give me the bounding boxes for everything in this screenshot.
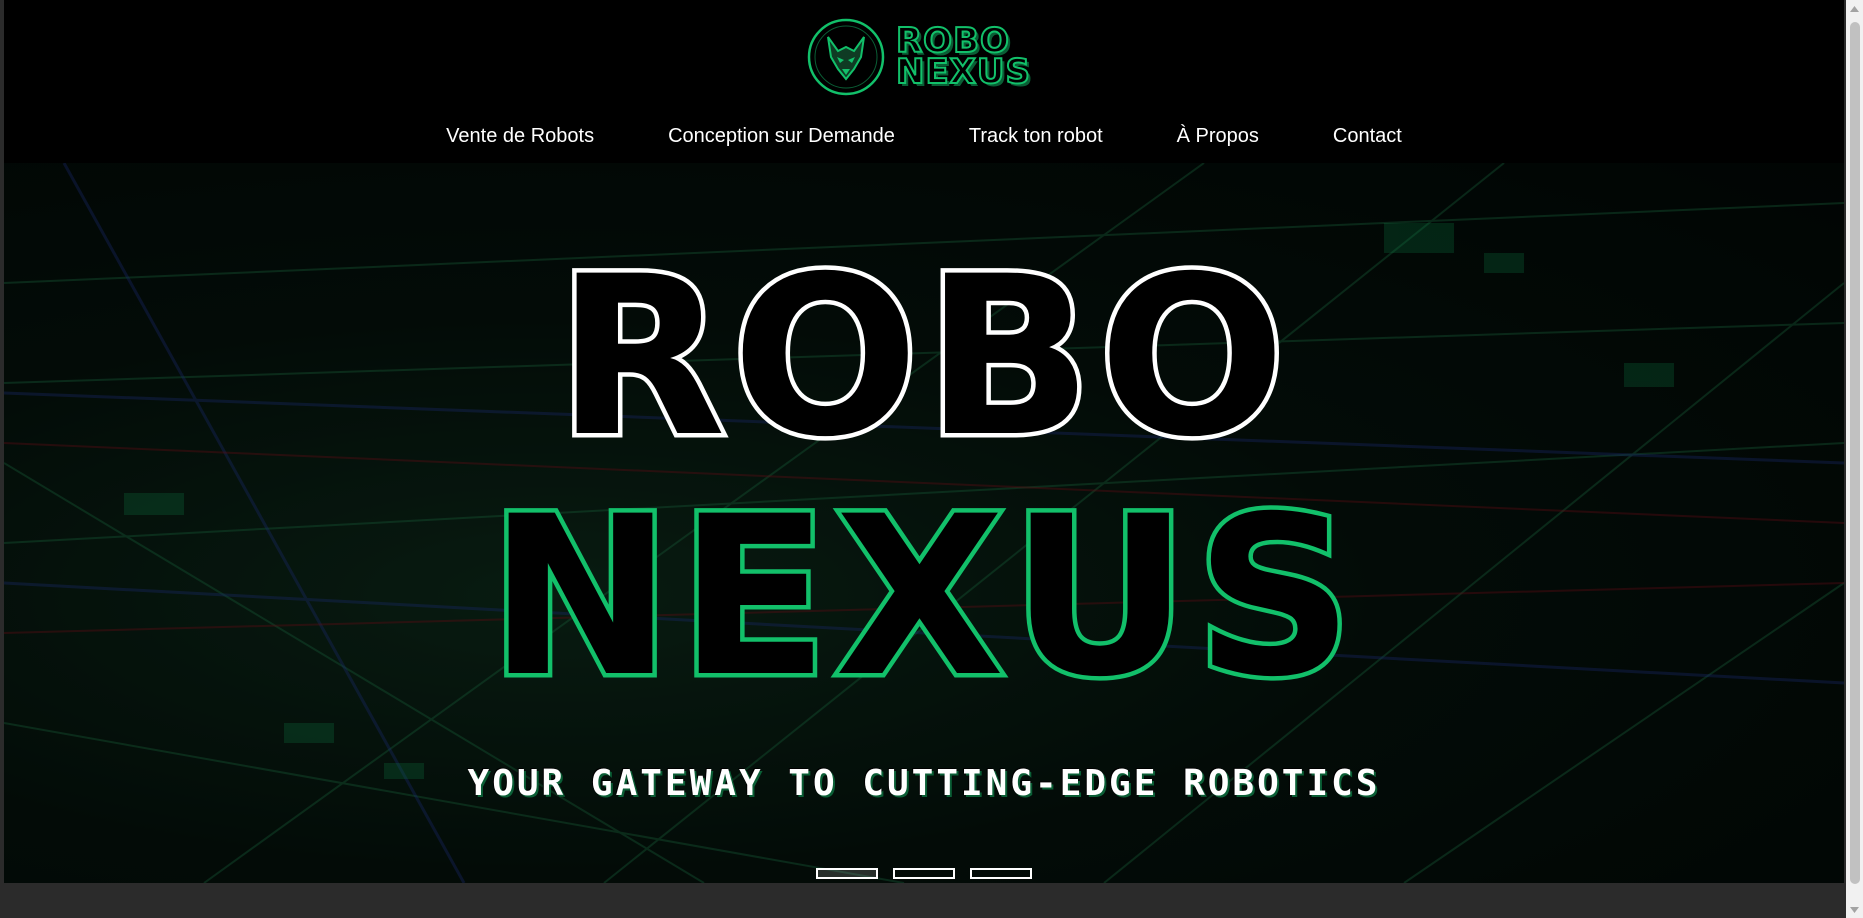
nav-link-contact[interactable]: Contact	[1296, 118, 1439, 154]
scroll-down-arrow-icon[interactable]	[1846, 901, 1863, 918]
main-nav: Vente de Robots Conception sur Demande T…	[4, 118, 1844, 154]
scrollbar-thumb[interactable]	[1850, 22, 1860, 884]
site-logo[interactable]: ROBO NEXUS	[806, 16, 1036, 98]
page-footer-area	[4, 883, 1844, 918]
carousel-indicator-2[interactable]	[893, 868, 955, 879]
nav-link-a-propos[interactable]: À Propos	[1140, 118, 1296, 154]
wolf-emblem-icon	[807, 18, 885, 96]
carousel-indicator-3[interactable]	[970, 868, 1032, 879]
page: ROBO NEXUS Vente de Robots Conception su…	[4, 0, 1844, 918]
nav-link-vente-de-robots[interactable]: Vente de Robots	[409, 118, 631, 154]
page-scrollbar[interactable]	[1846, 0, 1863, 918]
scroll-up-arrow-icon[interactable]	[1846, 0, 1863, 17]
hero-tagline: YOUR GATEWAY TO CUTTING-EDGE ROBOTICS	[467, 763, 1381, 804]
hero-carousel: ROBO NEXUS YOUR GATEWAY TO CUTTING-EDGE …	[4, 163, 1844, 883]
carousel-indicator-1[interactable]	[816, 868, 878, 879]
hero-title-line2: NEXUS	[488, 469, 1359, 725]
carousel-indicators	[816, 868, 1032, 879]
logo-line2: NEXUS	[895, 52, 1031, 92]
nav-link-conception-sur-demande[interactable]: Conception sur Demande	[631, 118, 932, 154]
nav-link-track-ton-robot[interactable]: Track ton robot	[932, 118, 1140, 154]
hero-title-line1: ROBO	[556, 229, 1291, 485]
logo-wordmark: ROBO NEXUS	[895, 23, 1031, 92]
site-header: ROBO NEXUS Vente de Robots Conception su…	[4, 0, 1844, 163]
